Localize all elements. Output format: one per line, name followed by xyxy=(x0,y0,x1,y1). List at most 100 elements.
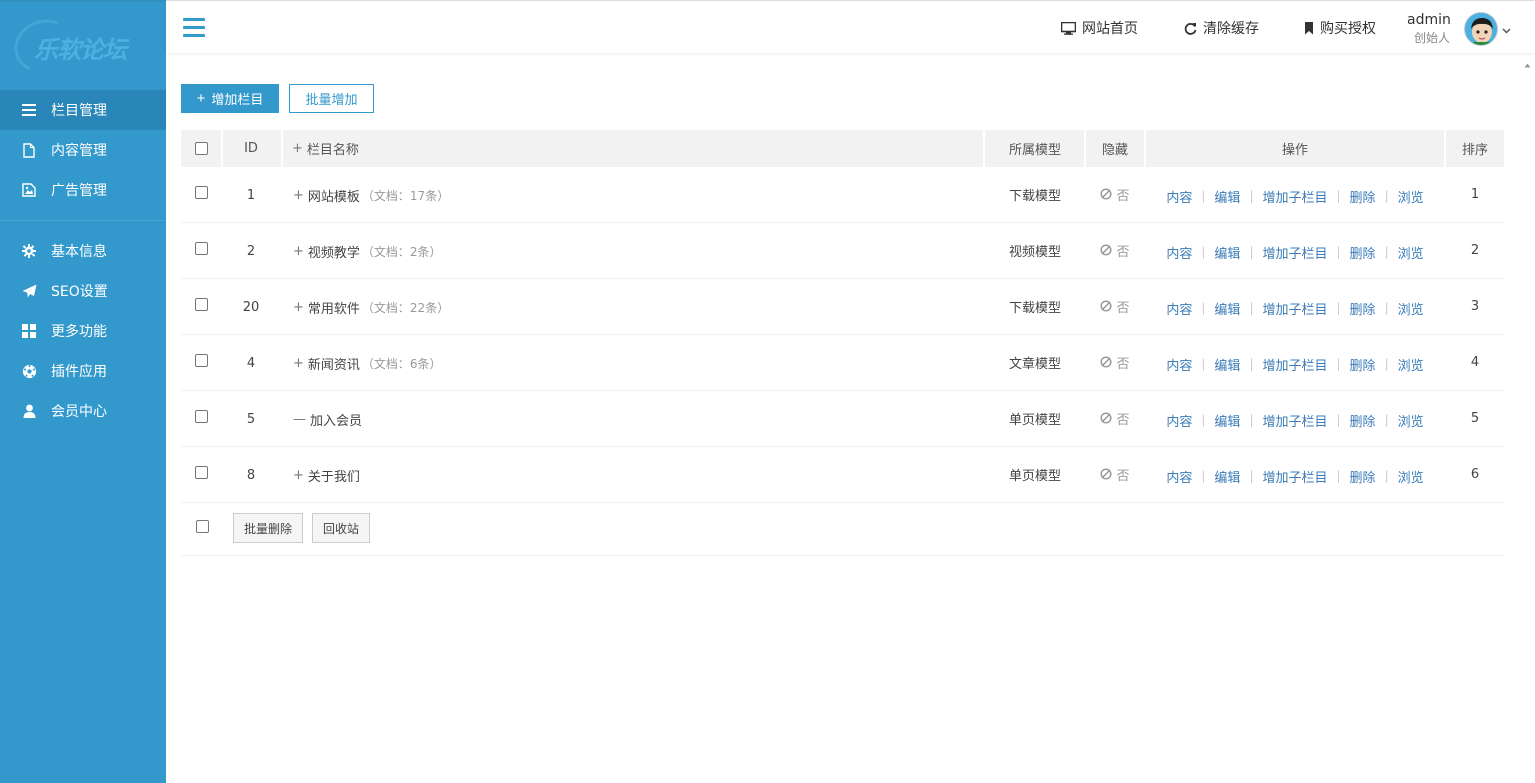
logo-text: 乐软论坛 xyxy=(34,36,127,64)
row-ops: 内容 | 编辑 | 增加子栏目 | 删除 | 浏览 xyxy=(1146,335,1444,393)
table-row: 2 + 视频教学 （文档：2条） 视频模型 否 内容 | 编辑 | 增加子栏目 | 删除 | 浏览 2 xyxy=(181,223,1504,279)
row-checkbox[interactable] xyxy=(194,185,208,199)
row-checkbox[interactable] xyxy=(194,465,208,479)
batch-delete-button[interactable]: 批量删除 xyxy=(233,513,303,543)
edit-link[interactable]: 编辑 xyxy=(1214,243,1240,262)
sidebar-item-7[interactable]: 插件应用 xyxy=(0,351,166,391)
expand-toggle-icon[interactable]: — xyxy=(293,412,306,427)
edit-link[interactable]: 编辑 xyxy=(1214,299,1240,318)
view-link[interactable]: 浏览 xyxy=(1398,299,1424,318)
doc-count: （文档：6条） xyxy=(361,356,442,371)
scroll-up-arrow-icon[interactable] xyxy=(1524,58,1531,68)
sidebar-item-1[interactable]: 栏目管理 xyxy=(0,90,166,130)
view-link[interactable]: 浏览 xyxy=(1398,411,1424,430)
expand-toggle-icon[interactable]: + xyxy=(293,188,304,203)
row-checkbox[interactable] xyxy=(194,353,208,367)
sidebar-item-4[interactable]: 基本信息 xyxy=(0,231,166,271)
content-link[interactable]: 内容 xyxy=(1166,299,1192,318)
gear-icon xyxy=(21,243,37,259)
menu-toggle-icon[interactable] xyxy=(183,18,205,37)
row-order: 6 xyxy=(1470,466,1480,482)
content-link[interactable]: 内容 xyxy=(1166,243,1192,262)
edit-link[interactable]: 编辑 xyxy=(1214,187,1240,206)
site-home-label: 网站首页 xyxy=(1082,21,1138,37)
add-subcategory-link[interactable]: 增加子栏目 xyxy=(1262,467,1327,486)
header-ops: 操作 xyxy=(1281,143,1308,158)
sidebar-item-8[interactable]: 会员中心 xyxy=(0,391,166,431)
header-model: 所属模型 xyxy=(1008,143,1061,158)
add-subcategory-link[interactable]: 增加子栏目 xyxy=(1262,187,1327,206)
op-separator: | xyxy=(1201,413,1206,427)
delete-link[interactable]: 删除 xyxy=(1350,411,1376,430)
category-name: 视频教学 xyxy=(307,245,360,261)
add-subcategory-link[interactable]: 增加子栏目 xyxy=(1262,411,1327,430)
expand-all-icon[interactable]: + xyxy=(292,141,303,156)
content-link[interactable]: 内容 xyxy=(1166,467,1192,486)
edit-link[interactable]: 编辑 xyxy=(1214,467,1240,486)
add-category-button[interactable]: + 增加栏目 xyxy=(181,84,279,113)
site-home-link[interactable]: 网站首页 xyxy=(1061,18,1138,38)
delete-link[interactable]: 删除 xyxy=(1350,187,1376,206)
category-name: 常用软件 xyxy=(307,301,360,317)
delete-link[interactable]: 删除 xyxy=(1350,299,1376,318)
edit-link[interactable]: 编辑 xyxy=(1214,355,1240,374)
avatar[interactable] xyxy=(1464,12,1498,46)
op-separator: | xyxy=(1249,301,1254,315)
row-name-cell: + 视频教学 （文档：2条） xyxy=(293,223,442,279)
view-link[interactable]: 浏览 xyxy=(1398,187,1424,206)
row-name-cell: — 加入会员 xyxy=(293,391,364,447)
expand-toggle-icon[interactable]: + xyxy=(293,468,304,483)
sidebar-item-label: SEO设置 xyxy=(51,284,108,300)
sidebar-item-label: 更多功能 xyxy=(51,324,107,340)
edit-link[interactable]: 编辑 xyxy=(1214,411,1240,430)
sidebar-item-2[interactable]: 内容管理 xyxy=(0,130,166,170)
doc-count: （文档：17条） xyxy=(361,188,450,203)
view-link[interactable]: 浏览 xyxy=(1398,355,1424,374)
monitor-icon xyxy=(1061,21,1076,35)
row-order: 2 xyxy=(1470,242,1480,258)
op-separator: | xyxy=(1249,413,1254,427)
add-subcategory-link[interactable]: 增加子栏目 xyxy=(1262,243,1327,262)
row-checkbox[interactable] xyxy=(194,409,208,423)
select-all-checkbox[interactable] xyxy=(194,142,208,155)
sidebar-item-label: 栏目管理 xyxy=(51,103,107,119)
add-subcategory-link[interactable]: 增加子栏目 xyxy=(1262,299,1327,318)
delete-link[interactable]: 删除 xyxy=(1350,243,1376,262)
chevron-down-icon[interactable] xyxy=(1502,23,1511,38)
content-link[interactable]: 内容 xyxy=(1166,355,1192,374)
buy-license-link[interactable]: 购买授权 xyxy=(1304,18,1376,38)
clear-cache-link[interactable]: 清除缓存 xyxy=(1184,18,1259,38)
row-id: 8 xyxy=(246,467,256,483)
add-subcategory-link[interactable]: 增加子栏目 xyxy=(1262,355,1327,374)
expand-toggle-icon[interactable]: + xyxy=(293,356,304,371)
sidebar-item-6[interactable]: 更多功能 xyxy=(0,311,166,351)
op-separator: | xyxy=(1249,189,1254,203)
row-checkbox[interactable] xyxy=(194,297,208,311)
user-icon xyxy=(21,403,37,419)
op-separator: | xyxy=(1201,301,1206,315)
delete-link[interactable]: 删除 xyxy=(1350,355,1376,374)
sidebar-item-3[interactable]: 广告管理 xyxy=(0,170,166,210)
content-link[interactable]: 内容 xyxy=(1166,187,1192,206)
row-checkbox[interactable] xyxy=(194,241,208,255)
op-separator: | xyxy=(1384,245,1389,259)
op-separator: | xyxy=(1336,301,1341,315)
footer-select-all-checkbox[interactable] xyxy=(195,519,209,533)
category-name: 网站模板 xyxy=(307,189,360,205)
op-separator: | xyxy=(1201,469,1206,483)
batch-add-button[interactable]: 批量增加 xyxy=(289,84,374,113)
doc-count: （文档：22条） xyxy=(361,300,450,315)
row-hidden-cell: 否 xyxy=(1086,167,1144,221)
view-link[interactable]: 浏览 xyxy=(1398,243,1424,262)
row-name-cell: + 网站模板 （文档：17条） xyxy=(293,167,449,223)
delete-link[interactable]: 删除 xyxy=(1350,467,1376,486)
expand-toggle-icon[interactable]: + xyxy=(293,300,304,315)
sidebar-item-5[interactable]: SEO设置 xyxy=(0,271,166,311)
hidden-value: 否 xyxy=(1116,356,1130,372)
content-link[interactable]: 内容 xyxy=(1166,411,1192,430)
expand-toggle-icon[interactable]: + xyxy=(293,244,304,259)
view-link[interactable]: 浏览 xyxy=(1398,467,1424,486)
recycle-bin-button[interactable]: 回收站 xyxy=(312,513,370,543)
user-name[interactable]: admin xyxy=(1407,12,1451,28)
row-id: 2 xyxy=(246,243,256,259)
